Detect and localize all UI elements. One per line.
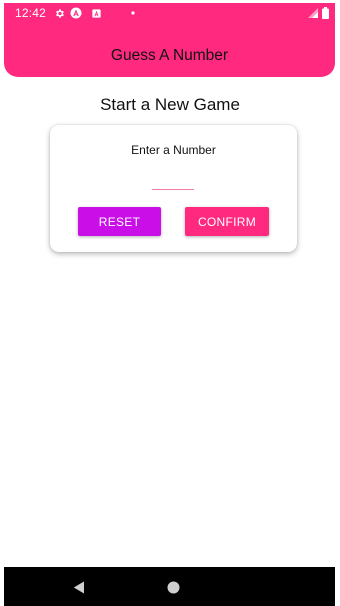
android-a-icon	[90, 7, 102, 19]
reset-button[interactable]: RESET	[78, 207, 161, 236]
app-screen: 12:42 Guess A Number Start a New Game En…	[0, 0, 340, 606]
number-input[interactable]	[152, 175, 194, 190]
navigation-bar	[4, 567, 335, 606]
confirm-button[interactable]: CONFIRM	[185, 207, 269, 236]
brand-a-icon	[70, 7, 82, 19]
status-bar: 12:42	[4, 3, 335, 23]
battery-icon	[319, 7, 331, 19]
app-header: 12:42 Guess A Number	[4, 3, 335, 77]
number-entry-card: Enter a Number RESET CONFIRM	[50, 125, 297, 252]
back-icon[interactable]	[71, 579, 87, 595]
home-icon[interactable]	[165, 579, 181, 595]
notification-dot-icon	[127, 7, 139, 19]
status-time: 12:42	[15, 6, 47, 20]
signal-icon	[307, 7, 319, 19]
page-title: Start a New Game	[100, 95, 240, 114]
header-title: Guess A Number	[110, 47, 229, 64]
enter-number-label: Enter a Number	[131, 143, 216, 157]
gear-icon	[53, 7, 65, 19]
